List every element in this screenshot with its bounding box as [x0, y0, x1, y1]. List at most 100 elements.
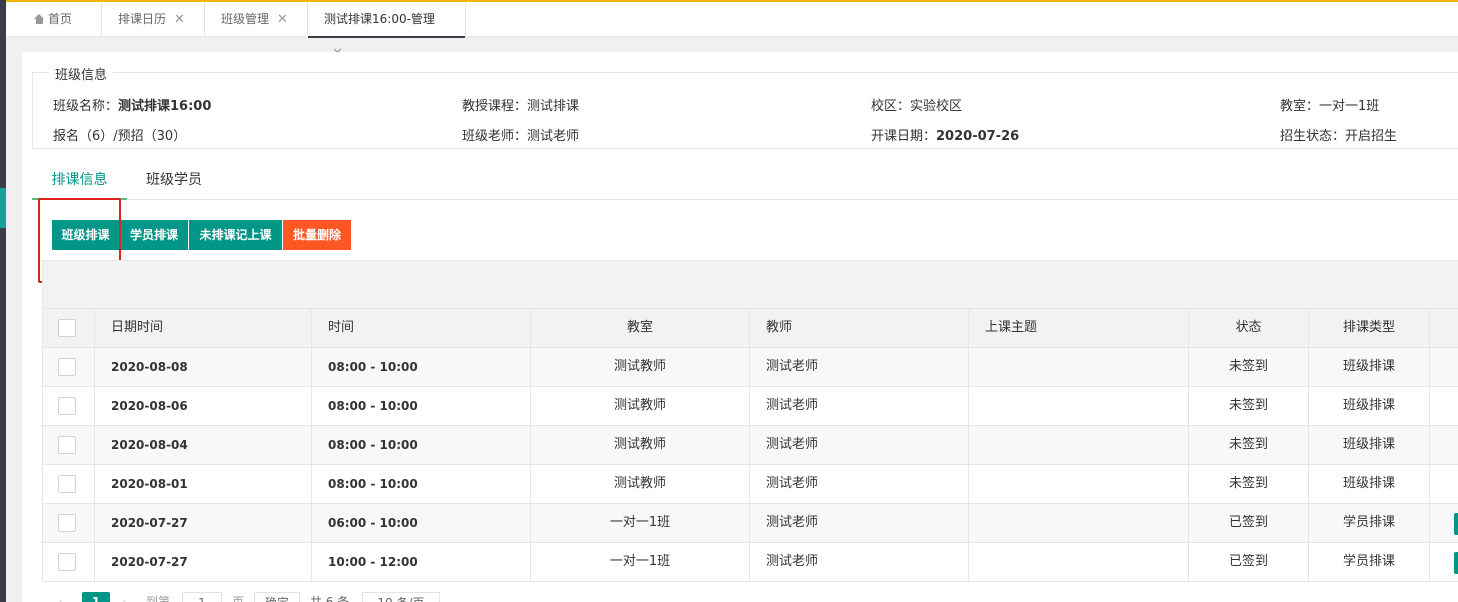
class-teacher-label: 班级老师：	[462, 129, 528, 144]
cell-date: 2020-08-04	[95, 426, 312, 465]
cell-status: 未签到	[1189, 348, 1309, 387]
cell-checkbox	[43, 504, 95, 543]
student-schedule-button[interactable]: 学员排课	[120, 220, 188, 250]
tab-home-label: 首页	[48, 12, 73, 26]
cell-time: 06:00 - 10:00	[312, 504, 531, 543]
home-icon	[34, 14, 45, 24]
cell-checkbox	[43, 387, 95, 426]
cell-topic	[969, 543, 1189, 582]
class-name-value: 测试排课16:00	[118, 99, 212, 114]
cell-time: 08:00 - 10:00	[312, 426, 531, 465]
class-teacher-value: 测试老师	[527, 129, 580, 144]
cell-schedule-type: 学员排课	[1309, 543, 1430, 582]
cell-teacher: 测试老师	[750, 543, 969, 582]
row-checkbox[interactable]	[58, 358, 76, 376]
cell-operation	[1430, 348, 1458, 387]
cell-time: 08:00 - 10:00	[312, 465, 531, 504]
cell-date: 2020-07-27	[95, 504, 312, 543]
row-checkbox[interactable]	[58, 514, 76, 532]
next-page-button[interactable]: ›	[122, 592, 134, 602]
row-checkbox[interactable]	[58, 553, 76, 571]
tab-class-detail[interactable]: 测试排课16:00-管理✕	[308, 2, 466, 61]
tab-class-management[interactable]: 班级管理 ✕	[205, 2, 308, 37]
cell-teacher: 测试老师	[750, 426, 969, 465]
classroom-value: 一对一1班	[1319, 99, 1380, 114]
header-schedule-type: 排课类型	[1309, 309, 1430, 348]
table-row: 2020-08-01 08:00 - 10:00 测试教师 测试老师 未签到 班级排课	[43, 465, 1458, 504]
close-icon[interactable]: ✕	[174, 12, 185, 27]
pagination: ‹ 1 › 到第 1 页 确定 共 6 条 10 条/页	[42, 592, 1458, 602]
row-action-button[interactable]	[1454, 552, 1458, 574]
row-action-button[interactable]	[1454, 513, 1458, 535]
detail-subtabs: 排课信息 班级学员	[32, 164, 1458, 200]
cell-teacher: 测试老师	[750, 348, 969, 387]
cell-operation	[1430, 504, 1458, 543]
enroll-status-label: 招生状态：	[1280, 129, 1346, 144]
cell-classroom: 一对一1班	[531, 543, 750, 582]
class-info-legend: 班级信息	[49, 64, 114, 83]
table-row: 2020-07-27 06:00 - 10:00 一对一1班 测试老师 已签到 学员排课	[43, 504, 1458, 543]
prev-page-button[interactable]: ‹	[58, 592, 70, 602]
cell-schedule-type: 学员排课	[1309, 504, 1430, 543]
subtab-students[interactable]: 班级学员	[136, 164, 212, 200]
row-checkbox[interactable]	[58, 436, 76, 454]
tab-label: 测试排课16:00-管理	[324, 12, 435, 26]
cell-classroom: 一对一1班	[531, 504, 750, 543]
class-teacher: 班级老师：测试老师	[462, 125, 579, 144]
cell-time: 10:00 - 12:00	[312, 543, 531, 582]
cell-operation	[1430, 543, 1458, 582]
goto-label: 到第	[146, 595, 171, 602]
cell-checkbox	[43, 543, 95, 582]
cell-classroom: 测试教师	[531, 465, 750, 504]
class-info-fieldset: 班级信息 班级名称：测试排课16:00 教授课程：测试排课 校区：实验校区 教室…	[32, 64, 1458, 149]
campus-label: 校区：	[871, 99, 911, 114]
batch-delete-button[interactable]: 批量删除	[283, 220, 351, 250]
class-name-label: 班级名称：	[53, 99, 119, 114]
header-topic: 上课主题	[969, 309, 1189, 348]
cell-topic	[969, 465, 1189, 504]
row-checkbox[interactable]	[58, 397, 76, 415]
enroll-status-value: 开启招生	[1345, 129, 1398, 144]
cell-classroom: 测试教师	[531, 348, 750, 387]
select-all-checkbox[interactable]	[58, 319, 76, 337]
header-classroom: 教室	[531, 309, 750, 348]
start-date-value: 2020-07-26	[936, 129, 1020, 144]
cell-status: 已签到	[1189, 543, 1309, 582]
close-icon[interactable]: ✕	[277, 12, 288, 27]
schedule-table: 日期时间 时间 教室 教师 上课主题 状态 排课类型 2020-08-08 08:…	[42, 309, 1458, 582]
goto-confirm-button[interactable]: 确定	[254, 592, 300, 602]
cell-operation	[1430, 465, 1458, 504]
page-tab-bar: 首页 排课日历 ✕ 班级管理 ✕ 测试排课16:00-管理✕	[6, 2, 1458, 61]
left-sidebar	[0, 0, 6, 602]
tab-home[interactable]: 首页	[20, 2, 102, 37]
cell-schedule-type: 班级排课	[1309, 426, 1430, 465]
cell-topic	[969, 387, 1189, 426]
cell-topic	[969, 426, 1189, 465]
table-row: 2020-08-08 08:00 - 10:00 测试教师 测试老师 未签到 班级排课	[43, 348, 1458, 387]
content-panel: 班级信息 班级名称：测试排课16:00 教授课程：测试排课 校区：实验校区 教室…	[22, 52, 1458, 602]
row-checkbox[interactable]	[58, 475, 76, 493]
header-checkbox-cell	[43, 309, 95, 348]
subtab-schedule[interactable]: 排课信息	[32, 164, 127, 200]
goto-page-input[interactable]: 1	[182, 592, 222, 602]
cell-status: 未签到	[1189, 387, 1309, 426]
unscheduled-record-button[interactable]: 未排课记上课	[189, 220, 282, 250]
cell-status: 未签到	[1189, 426, 1309, 465]
page-size-select[interactable]: 10 条/页	[362, 592, 440, 602]
campus-value: 实验校区	[910, 99, 963, 114]
cell-schedule-type: 班级排课	[1309, 465, 1430, 504]
cell-schedule-type: 班级排课	[1309, 348, 1430, 387]
class-name: 班级名称：测试排课16:00	[53, 95, 211, 114]
cell-time: 08:00 - 10:00	[312, 348, 531, 387]
table-row: 2020-07-27 10:00 - 12:00 一对一1班 测试老师 已签到 学员排课	[43, 543, 1458, 582]
cell-time: 08:00 - 10:00	[312, 387, 531, 426]
cell-date: 2020-07-27	[95, 543, 312, 582]
total-count: 共 6 条	[310, 595, 350, 602]
course-value: 测试排课	[527, 99, 580, 114]
cell-operation	[1430, 387, 1458, 426]
current-page[interactable]: 1	[82, 592, 110, 602]
cell-schedule-type: 班级排课	[1309, 387, 1430, 426]
tab-label: 班级管理	[221, 12, 270, 26]
tab-schedule-calendar[interactable]: 排课日历 ✕	[102, 2, 205, 37]
cell-date: 2020-08-06	[95, 387, 312, 426]
